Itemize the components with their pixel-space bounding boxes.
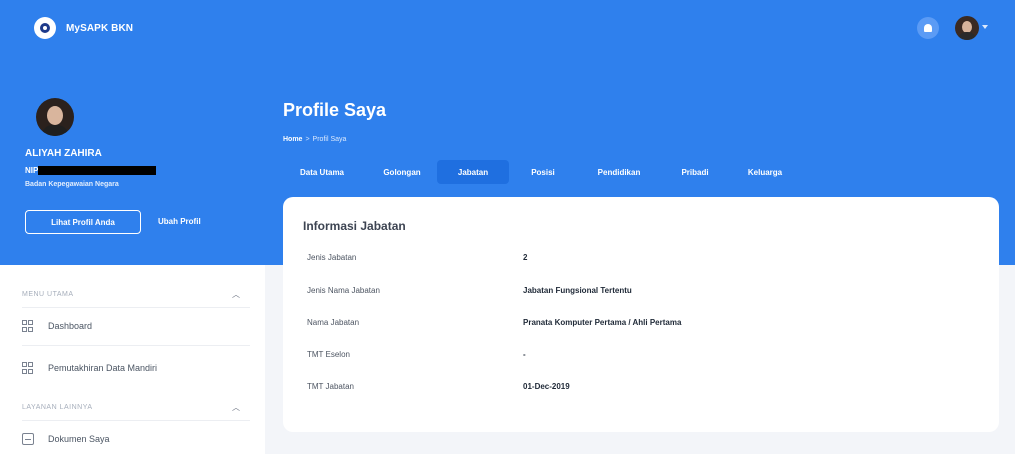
tab-data-utama[interactable]: Data Utama [283,160,361,184]
view-profile-button[interactable]: Lihat Profil Anda [25,210,141,234]
tab-golongan[interactable]: Golongan [372,160,432,184]
sidebar-item-pemutakhiran[interactable]: Pemutakhiran Data Mandiri [22,362,157,374]
divider [22,420,250,421]
app-logo[interactable]: MySAPK BKN [34,17,133,39]
info-row: TMT Eselon - [307,346,987,362]
sidebar-section-layanan-lainnya: LAYANAN LAINNYA [22,404,93,411]
sidebar-item-dashboard[interactable]: Dashboard [22,320,92,332]
info-label: Jenis Nama Jabatan [307,285,380,295]
page-title: Profile Saya [283,100,387,120]
breadcrumb: Home > Profil Saya [283,136,346,143]
tab-posisi[interactable]: Posisi [523,160,563,184]
nip-row: NIP [25,166,157,175]
user-avatar-menu[interactable] [955,16,979,40]
breadcrumb-home[interactable]: Home [283,136,302,143]
info-value: 01-Dec-2019 [523,381,570,391]
info-row: Jenis Jabatan 2 [307,249,987,265]
info-label: TMT Eselon [307,349,350,359]
breadcrumb-separator: > [305,136,310,143]
info-row: TMT Jabatan 01-Dec-2019 [307,378,987,394]
nip-label: NIP [25,166,39,175]
edit-profile-link[interactable]: Ubah Profil [158,217,201,226]
info-value: 2 [523,252,528,262]
info-row: Nama Jabatan Pranata Komputer Pertama / … [307,314,987,330]
info-value: Pranata Komputer Pertama / Ahli Pertama [523,317,682,327]
grid-icon [22,320,34,332]
grid-icon [22,362,34,374]
sidebar-section-menu-utama: MENU UTAMA [22,291,74,298]
tab-pendidikan[interactable]: Pendidikan [584,160,654,184]
chevron-down-icon[interactable] [982,25,988,29]
user-name: ALIYAH ZAHIRA [25,148,102,159]
notification-bell-icon[interactable] [917,17,939,39]
card-title: Informasi Jabatan [303,219,406,233]
sidebar-item-label: Pemutakhiran Data Mandiri [48,363,158,373]
logo-icon [34,17,56,39]
profile-avatar [36,98,74,136]
divider [22,345,250,346]
info-value: - [523,349,526,359]
document-icon [22,433,34,445]
tab-pribadi[interactable]: Pribadi [671,160,719,184]
info-label: TMT Jabatan [307,381,354,391]
tab-jabatan[interactable]: Jabatan [437,160,509,184]
sidebar-item-label: Dokumen Saya [48,434,110,444]
tab-keluarga[interactable]: Keluarga [738,160,792,184]
sidebar-item-dokumen-saya[interactable]: Dokumen Saya [22,433,110,445]
organization-name: Badan Kepegawaian Negara [25,181,119,188]
info-value: Jabatan Fungsional Tertentu [523,285,632,295]
divider [22,307,250,308]
info-card: Informasi Jabatan Jenis Jabatan 2 Jenis … [283,197,999,432]
breadcrumb-current: Profil Saya [312,136,347,143]
info-row: Jenis Nama Jabatan Jabatan Fungsional Te… [307,282,987,298]
nip-redacted [38,166,157,175]
info-label: Nama Jabatan [307,317,360,327]
chevron-up-icon[interactable]: ︿ [232,402,240,413]
sidebar-item-label: Dashboard [48,321,93,331]
app-name: MySAPK BKN [66,22,134,34]
info-label: Jenis Jabatan [307,252,357,262]
chevron-up-icon[interactable]: ︿ [232,289,240,300]
